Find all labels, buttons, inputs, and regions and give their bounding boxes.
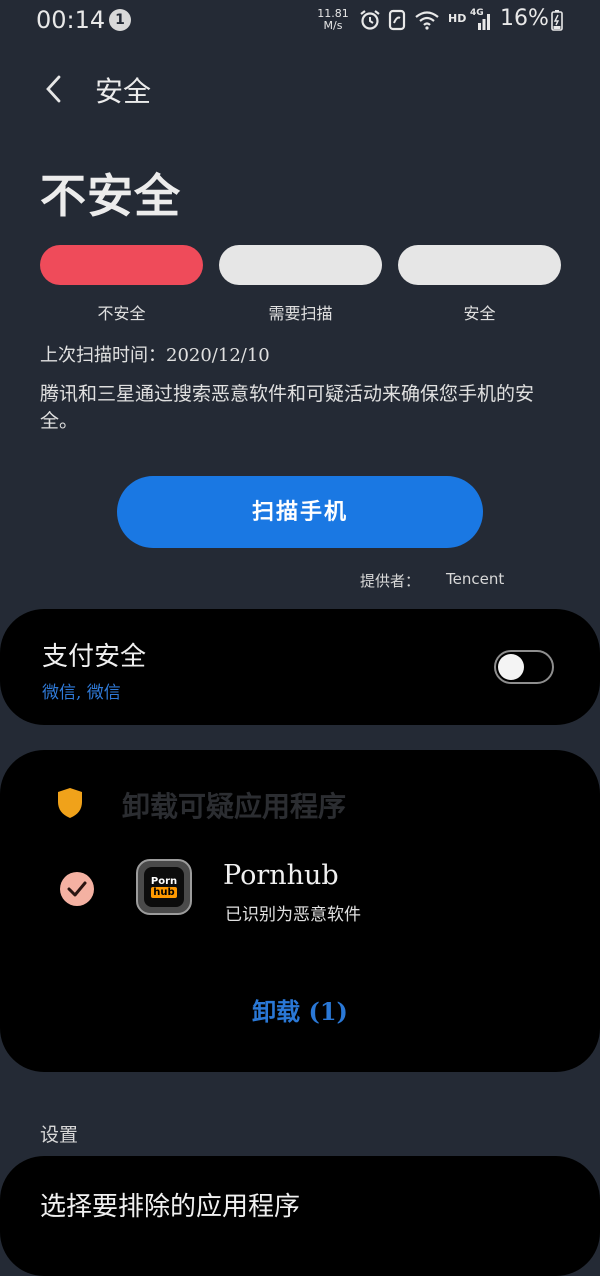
app-logo-text-1: Porn [150, 876, 178, 887]
network-speed-unit: M/s [323, 19, 343, 32]
provider-label: 提供者： [360, 572, 421, 590]
status-time: 00:14 [36, 6, 106, 34]
app-status: 已识别为恶意软件 [225, 905, 361, 925]
provider-value: Tencent [446, 570, 505, 588]
security-description: 腾讯和三星通过搜索恶意软件和可疑活动来确保您手机的安全。 [40, 383, 535, 432]
nfc-icon [387, 8, 407, 32]
exclude-apps-label: 选择要排除的应用程序 [40, 1192, 301, 1222]
checkmark-icon [67, 881, 87, 897]
status-segment-label-unsafe: 不安全 [97, 304, 146, 323]
app-logo: Porn hub [144, 867, 184, 907]
status-segment-needs-scan [219, 245, 382, 285]
notification-count-badge: 1 [109, 9, 131, 31]
chevron-left-icon [46, 75, 61, 103]
status-segment-unsafe [40, 245, 203, 285]
alarm-icon [358, 8, 382, 32]
payment-security-title: 支付安全 [42, 642, 147, 672]
signal-icon: 4G [470, 8, 494, 32]
status-segment-safe [398, 245, 561, 285]
network-speed: 11.81 M/s [316, 8, 350, 32]
settings-section-label: 设置 [40, 1124, 79, 1146]
app-name: Pornhub [223, 860, 339, 891]
app-logo-text-2: hub [151, 887, 177, 898]
battery-percent: 16% [500, 6, 549, 31]
app-icon-pornhub: Porn hub [136, 859, 192, 915]
app-select-checkbox[interactable] [60, 872, 94, 906]
wifi-icon [413, 8, 441, 32]
page-title: 安全 [95, 75, 152, 108]
last-scan-time: 上次扫描时间：2020/12/10 [40, 345, 270, 366]
status-segment-label-needs-scan: 需要扫描 [268, 304, 333, 323]
battery-icon [550, 8, 564, 32]
security-status: 不安全 [40, 169, 181, 223]
toggle-knob [498, 654, 524, 680]
payment-security-toggle[interactable] [494, 650, 554, 684]
payment-security-apps: 微信, 微信 [42, 683, 121, 703]
back-button[interactable] [42, 72, 66, 106]
hd-label: HD [448, 12, 467, 25]
suspicious-apps-title: 卸载可疑应用程序 [122, 790, 347, 823]
status-segment-label-safe: 安全 [463, 304, 496, 323]
scan-phone-button[interactable]: 扫描手机 [117, 476, 483, 548]
shield-icon [56, 786, 84, 820]
uninstall-button[interactable]: 卸载 (1) [0, 992, 600, 1027]
